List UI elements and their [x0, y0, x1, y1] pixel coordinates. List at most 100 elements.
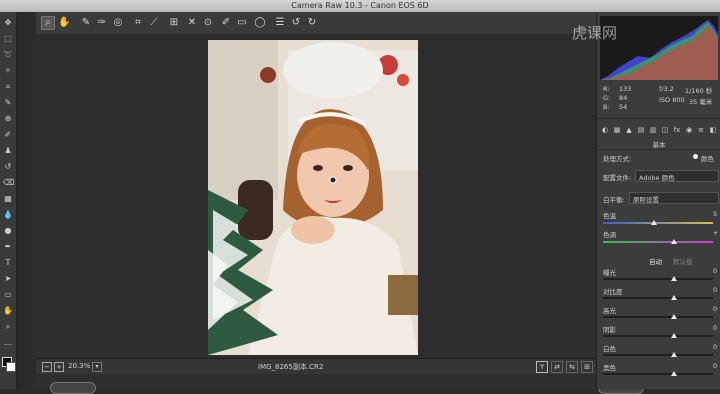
snapshots-tab-icon[interactable]: ◧ [709, 126, 717, 134]
highlights-value[interactable]: 0 [713, 305, 717, 313]
shadows-slider-handle[interactable] [671, 333, 677, 338]
lens-tab-icon[interactable]: ◫ [661, 126, 669, 134]
gradient-tool-icon[interactable]: ▦ [3, 194, 13, 203]
hand-tool-icon[interactable]: ✋ [3, 306, 13, 315]
eraser-tool-icon[interactable]: ⌫ [3, 178, 14, 187]
before-after-toggle-icon[interactable]: Y [536, 361, 548, 373]
straighten-icon[interactable]: ⟋ [148, 17, 160, 29]
whites-slider[interactable] [603, 354, 713, 356]
eyedropper-tool-icon[interactable]: ✎ [3, 98, 13, 107]
shadows-label: 阴影 [603, 326, 616, 334]
color-sampler-icon[interactable]: ✑ [96, 17, 108, 29]
crop-icon[interactable]: ⌗ [132, 17, 144, 29]
blacks-slider-handle[interactable] [671, 371, 677, 376]
background-color-swatch[interactable] [6, 362, 16, 372]
healing-tool-icon[interactable]: ⊕ [3, 114, 13, 123]
window-title: Camera Raw 10.3 - Canon EOS 6D [291, 1, 429, 10]
adjustment-brush-icon[interactable]: ✐ [220, 17, 232, 29]
copy-settings-icon[interactable]: ⇆ [566, 361, 578, 373]
contrast-value[interactable]: 0 [713, 286, 717, 294]
detail-tab-icon[interactable]: ▲ [625, 126, 633, 134]
status-bar: − + 20.3% ▾ IMG_8265副本.CR2 Y ⇄ ⇆ ⊞ [36, 358, 596, 375]
spot-removal-icon[interactable]: ✕ [186, 17, 198, 29]
temperature-value[interactable]: 5 [713, 210, 717, 218]
zoom-dropdown-icon[interactable]: ▾ [92, 362, 102, 372]
effects-tab-icon[interactable]: fx [673, 126, 681, 134]
radial-filter-icon[interactable]: ◯ [254, 17, 266, 29]
zoom-out-icon[interactable]: − [42, 362, 52, 372]
shape-tool-icon[interactable]: ▭ [3, 290, 13, 299]
marquee-tool-icon[interactable]: ⬚ [3, 34, 13, 43]
highlights-slider[interactable] [603, 316, 713, 318]
graduated-filter-icon[interactable]: ▭ [236, 17, 248, 29]
brush-tool-icon[interactable]: ✐ [3, 130, 13, 139]
shadows-value[interactable]: 0 [713, 324, 717, 332]
hand-icon[interactable]: ✋ [58, 17, 70, 29]
transform-icon[interactable]: ⊞ [168, 17, 180, 29]
zoom-tool-icon[interactable]: ⌕ [3, 322, 13, 331]
blacks-label: 黑色 [603, 364, 616, 372]
aperture-value: f/3.2 [659, 85, 674, 93]
whites-slider-handle[interactable] [671, 352, 677, 357]
highlights-slider-handle[interactable] [671, 314, 677, 319]
rotate-left-icon[interactable]: ↺ [290, 17, 302, 29]
auto-button[interactable]: 自动 [649, 256, 662, 266]
history-brush-icon[interactable]: ↺ [3, 162, 13, 171]
preview-photo[interactable] [208, 40, 418, 355]
highlights-label: 高光 [603, 307, 616, 315]
red-eye-icon[interactable]: ⊙ [202, 17, 214, 29]
save-image-button[interactable] [50, 382, 96, 394]
white-balance-value: 原照设置 [633, 196, 659, 204]
basic-tab-icon[interactable]: ◐ [601, 126, 609, 134]
toggle-settings-icon[interactable]: ⊞ [581, 361, 593, 373]
shadows-slider[interactable] [603, 335, 713, 337]
divider [597, 118, 720, 119]
lasso-tool-icon[interactable]: ➰ [3, 50, 13, 59]
pen-tool-icon[interactable]: ✒ [3, 242, 13, 251]
dodge-tool-icon[interactable]: ● [3, 226, 13, 235]
crop-tool-icon[interactable]: ⌗ [3, 82, 13, 91]
zoom-in-icon[interactable]: + [54, 362, 64, 372]
hsl-tab-icon[interactable]: ▤ [637, 126, 645, 134]
preferences-icon[interactable]: ☰ [274, 17, 286, 29]
swap-settings-icon[interactable]: ⇄ [551, 361, 563, 373]
calibration-tab-icon[interactable]: ◉ [685, 126, 693, 134]
path-selection-icon[interactable]: ➤ [3, 274, 13, 283]
whites-value[interactable]: 0 [713, 343, 717, 351]
more-tools-icon[interactable]: … [3, 338, 13, 347]
type-tool-icon[interactable]: T [3, 258, 13, 267]
temperature-slider-handle[interactable] [651, 220, 657, 225]
exposure-slider[interactable] [603, 278, 713, 280]
targeted-adjustment-icon[interactable]: ◎ [112, 17, 124, 29]
white-balance-icon[interactable]: ✎ [80, 17, 92, 29]
tint-value[interactable]: + [713, 229, 718, 237]
camera-raw-toolbar: ⌕ ✋ ✎ ✑ ◎ ⌗ ⟋ ⊞ ✕ ⊙ ✐ ▭ ◯ ☰ ↺ ↻ [36, 12, 596, 35]
split-toning-tab-icon[interactable]: ▥ [649, 126, 657, 134]
blur-tool-icon[interactable]: 💧 [3, 210, 13, 219]
tone-curve-tab-icon[interactable]: ▦ [613, 126, 621, 134]
temperature-label: 色温 [603, 212, 616, 220]
treatment-value: 颜色 [701, 155, 714, 163]
tint-slider-handle[interactable] [671, 239, 677, 244]
treatment-color-radio[interactable] [693, 154, 698, 159]
rotate-right-icon[interactable]: ↻ [306, 17, 318, 29]
move-tool-icon[interactable]: ✥ [3, 18, 13, 27]
panel-title: 基本 [652, 141, 666, 149]
zoom-icon[interactable]: ⌕ [41, 16, 55, 30]
temperature-slider[interactable] [603, 222, 713, 224]
zoom-level[interactable]: 20.3% [68, 362, 90, 370]
default-button[interactable]: 默认值 [673, 256, 693, 266]
contrast-slider-handle[interactable] [671, 295, 677, 300]
magic-wand-icon[interactable]: ✧ [3, 66, 13, 75]
exposure-slider-handle[interactable] [671, 276, 677, 281]
exposure-value[interactable]: 0 [713, 267, 717, 275]
blacks-value[interactable]: 0 [713, 362, 717, 370]
presets-tab-icon[interactable]: ≡ [697, 126, 705, 134]
contrast-slider[interactable] [603, 297, 713, 299]
watermark-logo: 虎课网 [572, 22, 617, 43]
g-label: G: [603, 94, 611, 102]
stamp-tool-icon[interactable]: ♟ [3, 146, 13, 155]
tint-slider[interactable] [603, 241, 713, 243]
watermark-text: 虎课网 [572, 24, 618, 42]
blacks-slider[interactable] [603, 373, 713, 375]
